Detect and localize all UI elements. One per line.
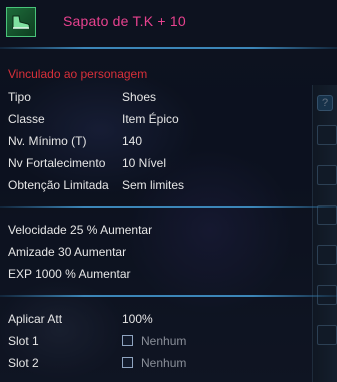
divider (0, 206, 337, 208)
slot-1-checkbox[interactable] (122, 335, 133, 346)
tooltip-header: Sapato de T.K + 10 (0, 0, 337, 48)
type-label: Tipo (8, 90, 31, 104)
stat-line: EXP 1000 % Aumentar (8, 267, 131, 281)
limited-acquire-value: Sem limites (122, 178, 185, 192)
type-value: Shoes (122, 90, 157, 104)
stat-line: Amizade 30 Aumentar (8, 245, 127, 259)
apply-att-value: 100% (122, 312, 153, 326)
divider (0, 295, 337, 297)
item-title: Sapato de T.K + 10 (63, 13, 186, 29)
stat-line: Velocidade 25 % Aumentar (8, 223, 153, 237)
green-shoe-icon (6, 7, 36, 37)
slot-2-value: Nenhum (141, 356, 187, 370)
divider (0, 47, 337, 49)
class-label: Classe (8, 112, 45, 126)
shoe-icon (12, 15, 30, 29)
min-level-label: Nv. Mínimo (T) (8, 134, 87, 148)
enhance-level-label: Nv Fortalecimento (8, 156, 106, 170)
slot-1-value: Nenhum (141, 334, 187, 348)
class-value: Item Épico (122, 112, 179, 126)
slot-1-label: Slot 1 (8, 334, 39, 348)
item-tooltip: Sapato de T.K + 10 Vinculado ao personag… (0, 0, 337, 382)
limited-acquire-label: Obtenção Limitada (8, 178, 109, 192)
min-level-value: 140 (122, 134, 143, 148)
enhance-level-value: 10 Nível (122, 156, 167, 170)
apply-att-label: Aplicar Att (8, 312, 63, 326)
bound-status: Vinculado ao personagem (8, 67, 148, 81)
slot-2-label: Slot 2 (8, 356, 39, 370)
slot-2-checkbox[interactable] (122, 357, 133, 368)
